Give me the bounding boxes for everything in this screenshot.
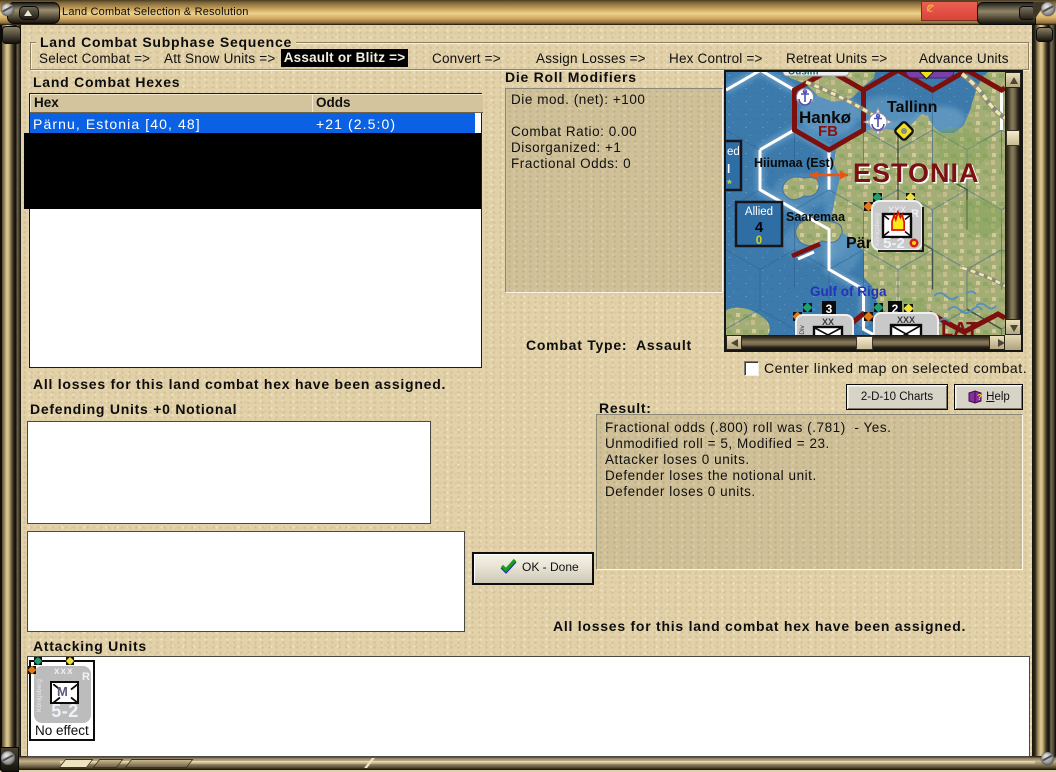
- svg-text:XX: XX: [822, 317, 834, 327]
- svg-text:3: 3: [826, 302, 833, 316]
- svg-text:4: 4: [755, 219, 764, 236]
- svg-text:Pär: Pär: [846, 235, 872, 252]
- svg-text:Hiiumaa (Est): Hiiumaa (Est): [754, 156, 834, 170]
- svg-text:XXX: XXX: [897, 315, 915, 325]
- svg-text:Saaremaa: Saaremaa: [786, 210, 846, 224]
- svg-text:?: ?: [977, 393, 982, 402]
- svg-text:*: *: [727, 177, 732, 191]
- svg-text:5-2: 5-2: [883, 235, 905, 252]
- svg-text:FB: FB: [818, 123, 838, 140]
- svg-text:1 Div: 1 Div: [799, 324, 806, 335]
- svg-text:R: R: [911, 208, 919, 220]
- svg-text:ESTONIA: ESTONIA: [853, 158, 980, 188]
- svg-text:Gulf of Riga: Gulf of Riga: [810, 284, 887, 299]
- svg-text:l: l: [727, 162, 730, 176]
- svg-text:0: 0: [756, 235, 762, 247]
- svg-text:Tallinn: Tallinn: [887, 99, 937, 116]
- svg-text:LAT: LAT: [941, 319, 978, 335]
- svg-text:Königsberg: Königsberg: [874, 213, 881, 246]
- svg-text:Allied: Allied: [745, 206, 773, 218]
- svg-text:Uusim: Uusim: [788, 72, 819, 78]
- svg-text:ed: ed: [727, 146, 740, 158]
